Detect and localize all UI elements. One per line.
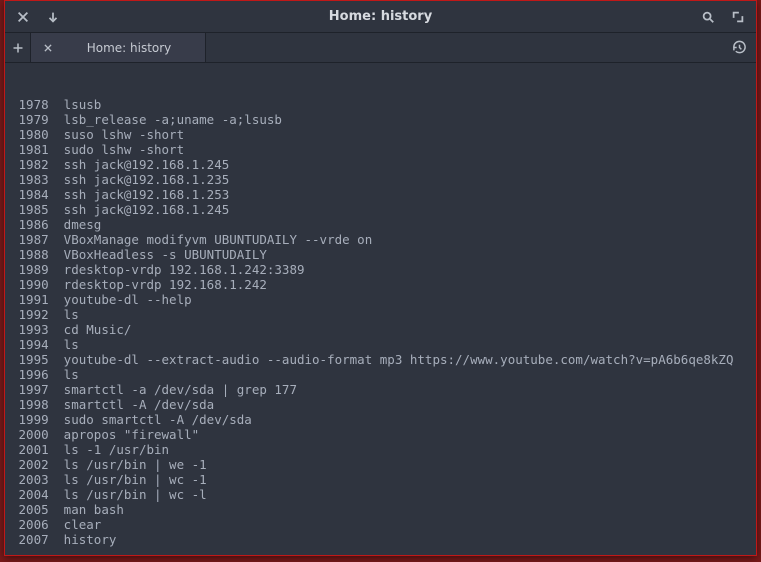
tab-label: Home: history xyxy=(63,41,195,55)
history-line: 1994 ls xyxy=(11,337,750,352)
history-line: 1999 sudo smartctl -A /dev/sda xyxy=(11,412,750,427)
history-line: 1982 ssh jack@192.168.1.245 xyxy=(11,157,750,172)
history-line: 1989 rdesktop-vrdp 192.168.1.242:3389 xyxy=(11,262,750,277)
maximize-icon[interactable] xyxy=(730,9,746,25)
history-line: 1997 smartctl -a /dev/sda | grep 177 xyxy=(11,382,750,397)
history-line: 1998 smartctl -A /dev/sda xyxy=(11,397,750,412)
history-line: 1978 lsusb xyxy=(11,97,750,112)
history-line: 1985 ssh jack@192.168.1.245 xyxy=(11,202,750,217)
search-icon[interactable] xyxy=(700,9,716,25)
history-line: 1995 youtube-dl --extract-audio --audio-… xyxy=(11,352,750,367)
history-line: 2003 ls /usr/bin | wc -1 xyxy=(11,472,750,487)
history-line: 2002 ls /usr/bin | we -1 xyxy=(11,457,750,472)
history-line: 2001 ls -1 /usr/bin xyxy=(11,442,750,457)
tabbar: Home: history xyxy=(5,33,756,63)
history-line: 1981 sudo lshw -short xyxy=(11,142,750,157)
history-line: 1992 ls xyxy=(11,307,750,322)
history-icon[interactable] xyxy=(722,33,756,62)
history-line: 1983 ssh jack@192.168.1.235 xyxy=(11,172,750,187)
history-line: 1996 ls xyxy=(11,367,750,382)
window-title: Home: history xyxy=(71,9,690,24)
history-line: 2000 apropos "firewall" xyxy=(11,427,750,442)
tab-close-icon[interactable] xyxy=(41,41,55,55)
terminal-output[interactable]: 1978 lsusb 1979 lsb_release -a;uname -a;… xyxy=(5,63,756,555)
terminal-window: Home: history Home: history 197 xyxy=(4,0,757,556)
history-line: 1986 dmesg xyxy=(11,217,750,232)
new-tab-button[interactable] xyxy=(5,33,31,62)
history-line: 1980 suso lshw -short xyxy=(11,127,750,142)
history-line: 1988 VBoxHeadless -s UBUNTUDAILY xyxy=(11,247,750,262)
close-icon[interactable] xyxy=(15,9,31,25)
history-line: 2004 ls /usr/bin | wc -l xyxy=(11,487,750,502)
history-line: 2005 man bash xyxy=(11,502,750,517)
history-line: 1990 rdesktop-vrdp 192.168.1.242 xyxy=(11,277,750,292)
history-line: 1979 lsb_release -a;uname -a;lsusb xyxy=(11,112,750,127)
history-line: 2007 history xyxy=(11,532,750,547)
history-line: 1984 ssh jack@192.168.1.253 xyxy=(11,187,750,202)
history-line: 1991 youtube-dl --help xyxy=(11,292,750,307)
history-line: 1993 cd Music/ xyxy=(11,322,750,337)
tab-terminal[interactable]: Home: history xyxy=(31,33,206,62)
titlebar: Home: history xyxy=(5,1,756,33)
history-line: 1987 VBoxManage modifyvm UBUNTUDAILY --v… xyxy=(11,232,750,247)
history-line: 2006 clear xyxy=(11,517,750,532)
minimize-icon[interactable] xyxy=(45,9,61,25)
